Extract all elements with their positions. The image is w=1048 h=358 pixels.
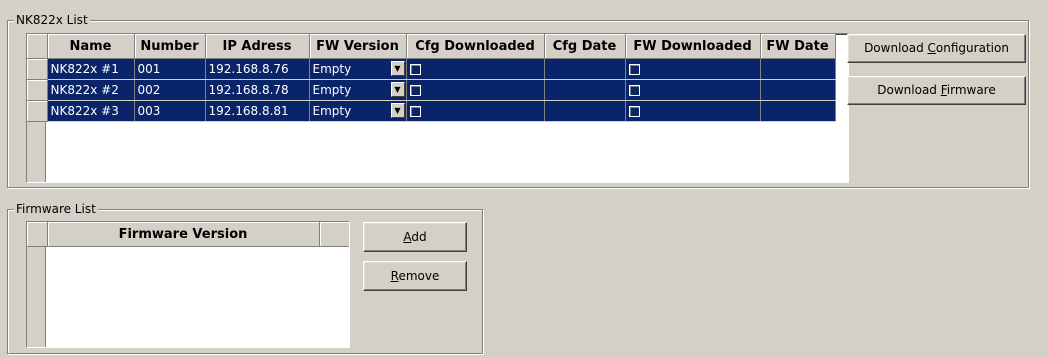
cell-number[interactable]: 002 xyxy=(134,79,206,101)
col-header-empty xyxy=(319,222,349,247)
cell-fw-version-combo[interactable]: Empty ▼ xyxy=(309,79,407,101)
nk822x-list-title: NK822x List xyxy=(14,13,90,27)
download-firmware-button[interactable]: Download Firmware xyxy=(847,76,1026,105)
cell-cfg-downloaded[interactable] xyxy=(406,100,545,122)
dropdown-arrow-icon[interactable]: ▼ xyxy=(390,103,405,118)
corner-header xyxy=(27,34,48,59)
firmware-table: Firmware Version xyxy=(27,222,349,247)
dropdown-arrow-icon[interactable]: ▼ xyxy=(390,82,405,97)
col-header-cfg-date[interactable]: Cfg Date xyxy=(544,34,626,59)
fw-downloaded-checkbox[interactable] xyxy=(628,85,640,96)
cell-number[interactable]: 001 xyxy=(134,58,206,80)
cfg-downloaded-checkbox[interactable] xyxy=(409,106,421,117)
col-header-firmware-version[interactable]: Firmware Version xyxy=(47,222,320,247)
dropdown-arrow-icon[interactable]: ▼ xyxy=(390,61,405,76)
nk822x-grid[interactable]: Name Number IP Adress FW Version Cfg Dow… xyxy=(26,33,849,183)
cell-ip[interactable]: 192.168.8.78 xyxy=(205,79,310,101)
cell-fw-date[interactable] xyxy=(760,58,836,80)
col-header-fw-version[interactable]: FW Version xyxy=(309,34,407,59)
nk822x-table: Name Number IP Adress FW Version Cfg Dow… xyxy=(27,34,836,122)
cell-number[interactable]: 003 xyxy=(134,100,206,122)
cell-cfg-date[interactable] xyxy=(544,58,626,80)
cell-name[interactable]: NK822x #1 xyxy=(47,58,135,80)
table-row[interactable]: NK822x #1 001 192.168.8.76 Empty ▼ xyxy=(27,58,836,80)
fw-downloaded-checkbox[interactable] xyxy=(628,106,640,117)
row-header[interactable] xyxy=(27,58,48,80)
row-header[interactable] xyxy=(27,79,48,101)
fw-version-value: Empty xyxy=(312,83,352,97)
corner-header xyxy=(27,222,48,247)
firmware-list-group: Firmware List Firmware Version Add Remov… xyxy=(7,202,483,354)
cell-cfg-date[interactable] xyxy=(544,79,626,101)
cell-fw-downloaded[interactable] xyxy=(625,79,761,101)
col-header-name[interactable]: Name xyxy=(47,34,135,59)
cfg-downloaded-checkbox[interactable] xyxy=(409,64,421,75)
col-header-number[interactable]: Number xyxy=(134,34,206,59)
download-configuration-button[interactable]: Download Configuration xyxy=(847,34,1026,63)
cell-name[interactable]: NK822x #2 xyxy=(47,79,135,101)
cell-fw-downloaded[interactable] xyxy=(625,100,761,122)
cfg-downloaded-checkbox[interactable] xyxy=(409,85,421,96)
cell-fw-version-combo[interactable]: Empty ▼ xyxy=(309,58,407,80)
nk822x-list-group: NK822x List Name Number IP Adress FW Ver… xyxy=(7,13,1029,188)
col-header-cfg-downloaded[interactable]: Cfg Downloaded xyxy=(406,34,545,59)
fw-version-value: Empty xyxy=(312,104,352,118)
col-header-fw-date[interactable]: FW Date xyxy=(760,34,836,59)
cell-cfg-downloaded[interactable] xyxy=(406,58,545,80)
cell-name[interactable]: NK822x #3 xyxy=(47,100,135,122)
fw-downloaded-checkbox[interactable] xyxy=(628,64,640,75)
fw-version-value: Empty xyxy=(312,62,352,76)
row-header[interactable] xyxy=(27,100,48,122)
col-header-fw-downloaded[interactable]: FW Downloaded xyxy=(625,34,761,59)
cell-cfg-date[interactable] xyxy=(544,100,626,122)
cell-fw-downloaded[interactable] xyxy=(625,58,761,80)
table-row[interactable]: NK822x #3 003 192.168.8.81 Empty ▼ xyxy=(27,100,836,122)
cell-ip[interactable]: 192.168.8.76 xyxy=(205,58,310,80)
table-row[interactable]: NK822x #2 002 192.168.8.78 Empty ▼ xyxy=(27,79,836,101)
cell-fw-date[interactable] xyxy=(760,79,836,101)
cell-fw-version-combo[interactable]: Empty ▼ xyxy=(309,100,407,122)
col-header-ip[interactable]: IP Adress xyxy=(205,34,310,59)
cell-fw-date[interactable] xyxy=(760,100,836,122)
add-button[interactable]: Add xyxy=(363,222,467,252)
cell-cfg-downloaded[interactable] xyxy=(406,79,545,101)
firmware-grid[interactable]: Firmware Version xyxy=(26,221,350,348)
remove-button[interactable]: Remove xyxy=(363,261,467,291)
firmware-list-title: Firmware List xyxy=(14,202,98,216)
cell-ip[interactable]: 192.168.8.81 xyxy=(205,100,310,122)
